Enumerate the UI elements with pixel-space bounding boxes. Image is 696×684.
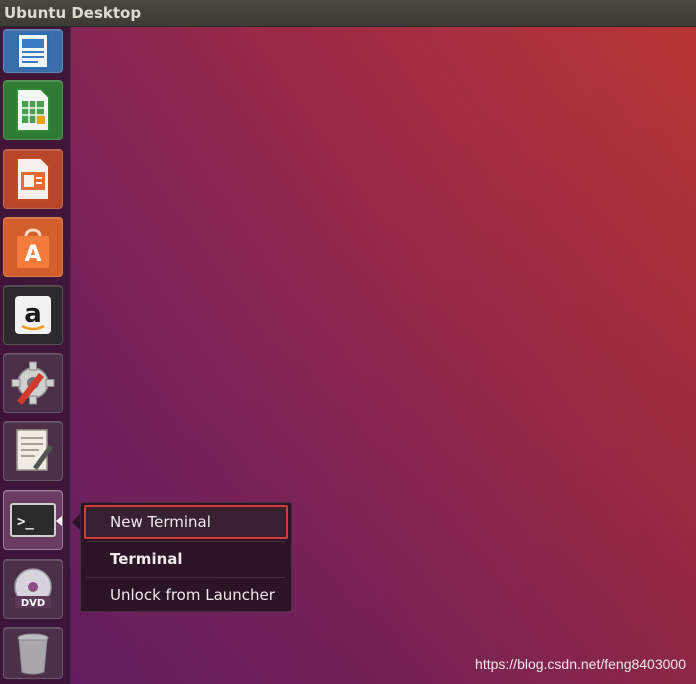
amazon-icon: a (11, 292, 55, 338)
svg-text:a: a (24, 299, 42, 329)
context-menu-arrow (72, 514, 80, 530)
menu-item-unlock-from-launcher[interactable]: Unlock from Launcher (84, 578, 288, 612)
svg-text:A: A (24, 242, 41, 267)
terminal-icon: >_ (9, 500, 57, 540)
impress-presentation-icon (13, 156, 53, 202)
dvd-icon: DVD (9, 565, 57, 613)
launcher-item-system-settings[interactable] (3, 353, 63, 413)
launcher-item-terminal[interactable]: >_ (3, 490, 63, 550)
active-indicator (56, 516, 62, 526)
software-bag-icon: A (11, 224, 55, 270)
top-panel: Ubuntu Desktop (0, 0, 696, 27)
launcher-item-dvd[interactable]: DVD (3, 559, 63, 619)
settings-gear-icon (9, 359, 57, 407)
watermark-text: https://blog.csdn.net/feng8403000 (475, 656, 686, 672)
launcher-item-text-editor[interactable] (3, 421, 63, 481)
launcher-item-trash[interactable] (3, 627, 63, 679)
calc-spreadsheet-icon (13, 87, 53, 133)
panel-title: Ubuntu Desktop (4, 4, 142, 22)
launcher-item-calc[interactable] (3, 80, 63, 140)
launcher-item-amazon[interactable]: a (3, 285, 63, 345)
launcher-item-writer[interactable] (3, 29, 63, 73)
launcher-context-menu: New Terminal Terminal Unlock from Launch… (80, 502, 292, 612)
svg-text:>_: >_ (17, 514, 34, 530)
writer-document-icon (13, 33, 53, 69)
menu-item-new-terminal[interactable]: New Terminal (84, 505, 288, 539)
launcher-item-software[interactable]: A (3, 217, 63, 277)
trash-icon (13, 630, 53, 676)
menu-item-terminal[interactable]: Terminal (84, 542, 288, 576)
text-editor-icon (11, 427, 55, 475)
svg-text:DVD: DVD (21, 598, 45, 609)
launcher-item-impress[interactable] (3, 149, 63, 209)
launcher: A a >_ DVD (0, 27, 71, 684)
